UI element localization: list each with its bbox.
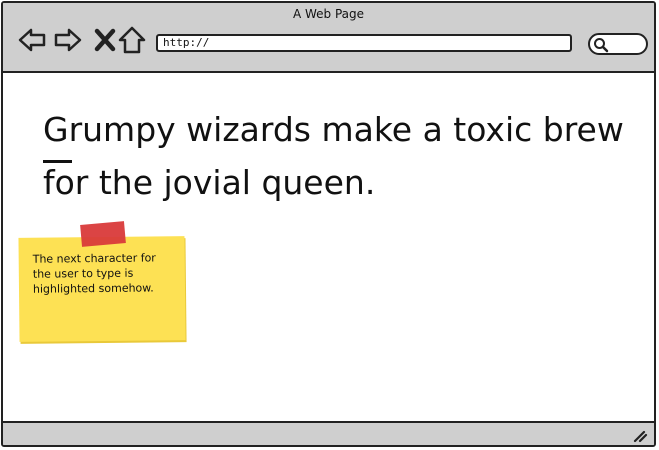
window-title: A Web Page <box>292 7 365 21</box>
browser-toolbar: A Web Page http:// <box>3 3 654 73</box>
browser-window: A Web Page http:// Grumpy wizards make a… <box>1 1 656 447</box>
typing-text: Grumpy wizards make a toxic brew for the… <box>43 103 633 209</box>
search-icon <box>594 38 609 53</box>
sticky-note: The next character for the user to type … <box>18 236 186 342</box>
status-bar <box>3 421 654 445</box>
remaining-text: rumpy wizards make a toxic brew for the … <box>43 110 624 202</box>
next-character-highlight: G <box>43 103 72 163</box>
address-bar[interactable]: http:// <box>156 34 572 52</box>
page-content: Grumpy wizards make a toxic brew for the… <box>3 73 654 423</box>
tape-strip <box>80 221 126 247</box>
sticky-note-text: The next character for the user to type … <box>32 251 156 296</box>
back-arrow-icon[interactable] <box>17 25 47 55</box>
search-field[interactable] <box>588 33 648 55</box>
home-icon[interactable] <box>117 25 147 55</box>
resize-grip-icon[interactable] <box>632 427 648 443</box>
forward-arrow-icon[interactable] <box>53 25 83 55</box>
